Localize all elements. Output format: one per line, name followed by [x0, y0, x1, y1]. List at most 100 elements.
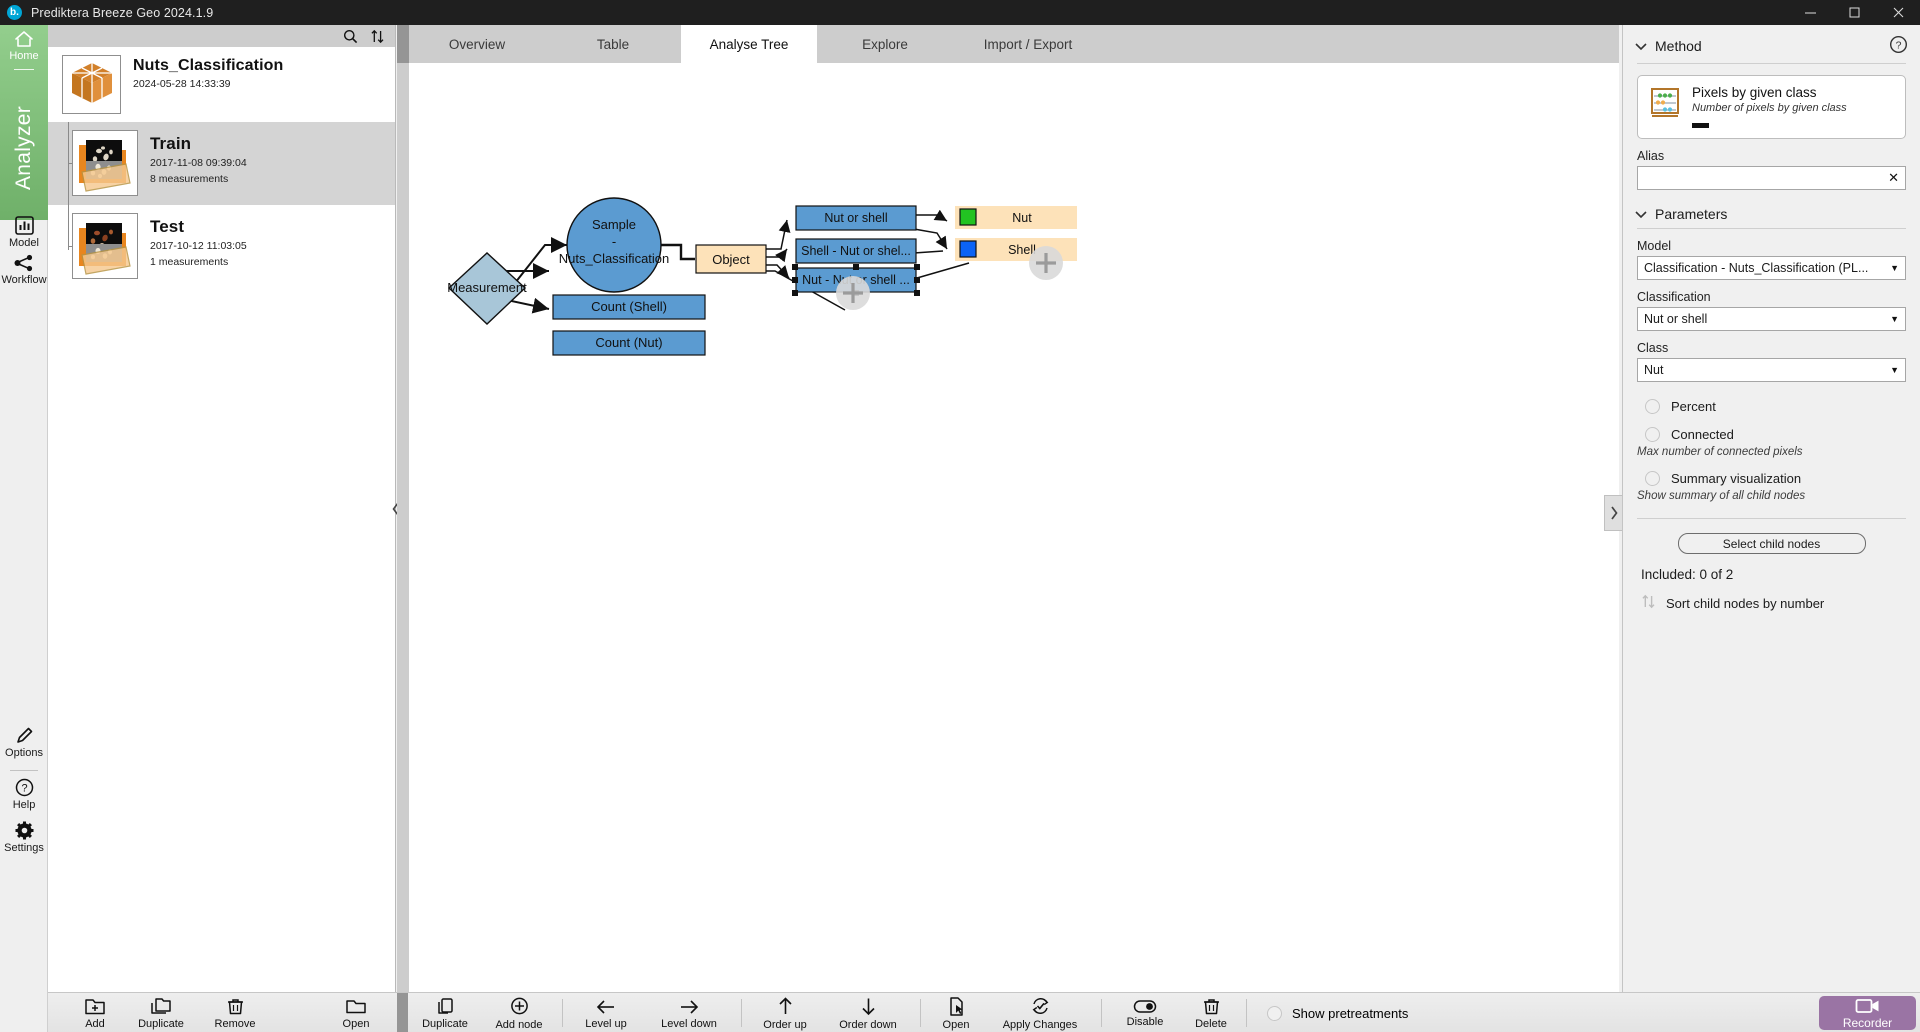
tree-diagram: Measurement Sample - Nuts_Classification… — [409, 63, 1619, 992]
node-leaf-nut: Nut — [955, 206, 1077, 229]
duplicate-dataset-button[interactable]: Duplicate — [124, 993, 198, 1032]
divider — [1637, 63, 1906, 64]
plus-circle-icon — [509, 996, 530, 1017]
panel-gripper[interactable] — [397, 25, 409, 63]
recorder-button[interactable]: Recorder — [1819, 996, 1916, 1030]
tab-analyse-tree[interactable]: Analyse Tree — [681, 25, 817, 63]
sidebar-item-model[interactable]: Model — [0, 215, 48, 249]
summary-visualization-label: Summary visualization — [1671, 471, 1801, 486]
show-pretreatments-toggle[interactable]: Show pretreatments — [1267, 1006, 1408, 1021]
chevron-down-icon — [1635, 42, 1647, 51]
toolbar-divider — [562, 999, 563, 1027]
classification-select[interactable]: Nut or shell ▼ — [1637, 307, 1906, 331]
percent-label: Percent — [1671, 399, 1716, 414]
minimize-icon[interactable] — [1788, 0, 1832, 25]
list-item[interactable]: Nuts_Classification 2024-05-28 14:33:39 — [48, 47, 395, 122]
sidebar-item-label: Home — [0, 50, 48, 62]
svg-text:Count (Shell): Count (Shell) — [591, 299, 667, 314]
remove-button[interactable]: Remove — [198, 993, 272, 1032]
toolbar-gripper[interactable] — [397, 993, 408, 1032]
maximize-icon[interactable] — [1832, 0, 1876, 25]
method-subtitle: Number of pixels by given class — [1692, 102, 1895, 114]
disable-button[interactable]: Disable — [1108, 993, 1182, 1032]
add-node-button[interactable]: Add node — [482, 993, 556, 1032]
open-node-button[interactable]: Open — [927, 993, 985, 1032]
tool-label: Level down — [661, 1018, 717, 1030]
alias-field[interactable]: ✕ — [1637, 166, 1906, 190]
duplicate-node-button[interactable]: Duplicate — [408, 993, 482, 1032]
svg-text:?: ? — [1896, 39, 1902, 51]
svg-text:-: - — [612, 234, 616, 249]
sort-icon[interactable] — [370, 29, 385, 44]
dataset-measurements: 8 measurements — [150, 173, 247, 186]
parameters-section-header[interactable]: Parameters — [1623, 196, 1920, 228]
sort-child-nodes-button[interactable]: Sort child nodes by number — [1641, 594, 1920, 612]
level-up-button[interactable]: Level up — [569, 993, 643, 1032]
order-up-button[interactable]: Order up — [748, 993, 822, 1032]
open-dataset-button[interactable]: Open — [327, 993, 385, 1032]
sidebar-item-help[interactable]: ? Help — [0, 777, 48, 811]
folder-plus-icon — [84, 997, 106, 1016]
nut-color-swatch — [960, 209, 976, 225]
question-circle-icon: ? — [14, 777, 35, 798]
tab-explore[interactable]: Explore — [817, 25, 953, 63]
toolbar-divider — [741, 999, 742, 1027]
tab-overview[interactable]: Overview — [409, 25, 545, 63]
chevron-down-icon — [1635, 210, 1647, 219]
svg-text:Nuts_Classification: Nuts_Classification — [559, 251, 670, 266]
app-logo-icon: b. — [7, 5, 22, 20]
tab-table[interactable]: Table — [545, 25, 681, 63]
tab-import-export[interactable]: Import / Export — [953, 25, 1103, 63]
dataset-name: Test — [150, 217, 247, 237]
model-select[interactable]: Classification - Nuts_Classification (PL… — [1637, 256, 1906, 280]
class-select[interactable]: Nut ▼ — [1637, 358, 1906, 382]
select-child-nodes-button[interactable]: Select child nodes — [1678, 533, 1866, 554]
method-section-header[interactable]: Method ? — [1623, 25, 1920, 63]
expand-panel-handle[interactable] — [1604, 495, 1622, 531]
sidebar-item-options[interactable]: Options — [0, 725, 48, 759]
node-count-nut: Count (Nut) — [553, 331, 705, 355]
question-circle-icon[interactable]: ? — [1889, 35, 1908, 57]
add-button[interactable]: Add — [66, 993, 124, 1032]
list-item[interactable]: Test 2017-10-12 11:03:05 1 measurements — [48, 205, 395, 288]
node-shell-nut-or-shell: Shell - Nut or shel... — [796, 239, 916, 263]
level-down-button[interactable]: Level down — [643, 993, 735, 1032]
svg-text:Nut: Nut — [1012, 211, 1032, 225]
refresh-check-icon — [1030, 996, 1051, 1017]
sidebar-item-home[interactable]: Home — [0, 29, 48, 62]
video-camera-icon — [1855, 997, 1881, 1015]
workflow-icon — [13, 253, 35, 273]
sidebar-item-label: Workflow — [0, 274, 48, 286]
search-icon[interactable] — [343, 29, 358, 44]
chevron-down-icon: ▼ — [1890, 365, 1899, 375]
list-item[interactable]: Train 2017-11-08 09:39:04 8 measurements — [48, 122, 395, 205]
gear-icon — [14, 820, 35, 841]
chevron-down-icon: ▼ — [1890, 314, 1899, 324]
add-node-button — [836, 276, 870, 310]
dataset-name: Nuts_Classification — [133, 57, 283, 75]
method-card[interactable]: Pixels by given class Number of pixels b… — [1637, 75, 1906, 139]
connected-toggle[interactable]: Connected — [1645, 427, 1920, 442]
sidebar-item-label: Model — [0, 237, 48, 249]
close-icon[interactable] — [1876, 0, 1920, 25]
divider — [1637, 518, 1906, 519]
delete-button[interactable]: Delete — [1182, 993, 1240, 1032]
svg-text:Shell - Nut or shel...: Shell - Nut or shel... — [801, 244, 911, 258]
copy-icon — [436, 997, 455, 1016]
percent-toggle[interactable]: Percent — [1645, 399, 1920, 414]
classification-value: Nut or shell — [1644, 312, 1884, 326]
radio-icon — [1645, 399, 1660, 414]
summary-visualization-toggle[interactable]: Summary visualization — [1645, 471, 1920, 486]
order-down-button[interactable]: Order down — [822, 993, 914, 1032]
close-icon[interactable]: ✕ — [1888, 170, 1899, 186]
dataset-list[interactable]: Nuts_Classification 2024-05-28 14:33:39 — [48, 47, 395, 992]
dataset-toolbar: Add Duplicate Remove — [48, 993, 397, 1032]
tool-label: Add node — [495, 1019, 542, 1031]
tool-label: Order down — [839, 1019, 896, 1031]
apply-changes-button[interactable]: Apply Changes — [985, 993, 1095, 1032]
sidebar-item-settings[interactable]: Settings — [0, 820, 48, 854]
analyse-tree-canvas[interactable]: Measurement Sample - Nuts_Classification… — [409, 63, 1619, 992]
sidebar-item-workflow[interactable]: Workflow — [0, 253, 48, 286]
alias-label: Alias — [1637, 149, 1920, 163]
svg-text:Measurement: Measurement — [447, 280, 527, 295]
